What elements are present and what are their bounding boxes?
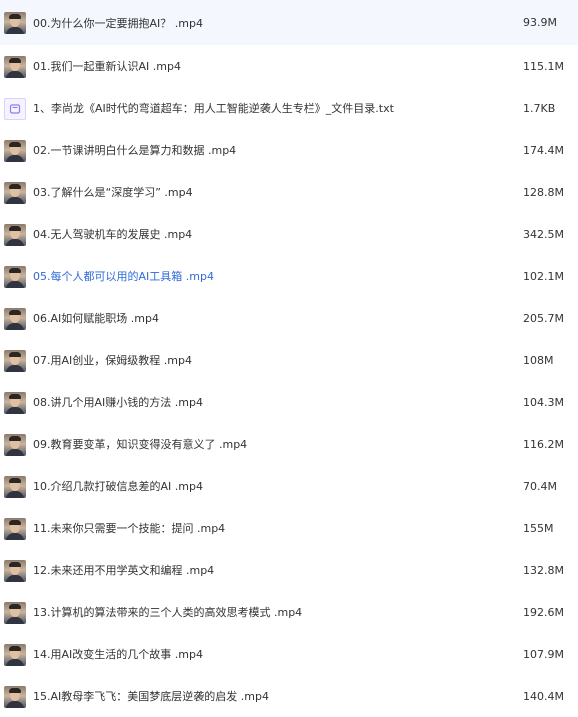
file-name[interactable]: 06.AI如何赋能职场 .mp4 (33, 297, 159, 339)
file-row[interactable]: 08.讲几个用AI赚小钱的方法 .mp4 104.3M (0, 381, 578, 423)
file-size: 192.6M (523, 605, 564, 619)
file-row[interactable]: 13.计算机的算法带来的三个人类的高效思考模式 .mp4 192.6M (0, 591, 578, 633)
file-name[interactable]: 1、李尚龙《AI时代的弯道超车：用人工智能逆袭人生专栏》_文件目录.txt (33, 87, 394, 129)
file-name[interactable]: 09.教育要变革，知识变得没有意义了 .mp4 (33, 423, 247, 465)
file-size: 132.8M (523, 563, 564, 577)
file-size: 155M (523, 521, 554, 535)
video-thumbnail-icon (4, 602, 26, 624)
file-size: 342.5M (523, 227, 564, 241)
file-row[interactable]: 1、李尚龙《AI时代的弯道超车：用人工智能逆袭人生专栏》_文件目录.txt 1.7… (0, 87, 578, 129)
file-row[interactable]: 04.无人驾驶机车的发展史 .mp4 342.5M (0, 213, 578, 255)
video-thumbnail-icon (4, 224, 26, 246)
video-thumbnail-icon (4, 392, 26, 414)
video-thumbnail-icon (4, 476, 26, 498)
text-file-icon (4, 98, 26, 120)
video-thumbnail-icon (4, 140, 26, 162)
file-row[interactable]: 10.介绍几款打破信息差的AI .mp4 70.4M (0, 465, 578, 507)
video-thumbnail-icon (4, 644, 26, 666)
file-name[interactable]: 03.了解什么是“深度学习” .mp4 (33, 171, 193, 213)
file-row[interactable]: 09.教育要变革，知识变得没有意义了 .mp4 116.2M (0, 423, 578, 465)
file-row[interactable]: 03.了解什么是“深度学习” .mp4 128.8M (0, 171, 578, 213)
file-list: 00.为什么你一定要拥抱AI？ .mp4 93.9M 01.我们一起重新认识AI .… (0, 0, 578, 713)
video-thumbnail-icon (4, 182, 26, 204)
video-thumbnail-icon (4, 518, 26, 540)
file-name[interactable]: 14.用AI改变生活的几个故事 .mp4 (33, 633, 203, 675)
file-name[interactable]: 02.一节课讲明白什么是算力和数据 .mp4 (33, 129, 236, 171)
file-size: 104.3M (523, 395, 564, 409)
video-thumbnail-icon (4, 686, 26, 708)
file-name[interactable]: 15.AI教母李飞飞：美国梦底层逆袭的启发 .mp4 (33, 675, 269, 717)
file-name[interactable]: 01.我们一起重新认识AI .mp4 (33, 45, 181, 87)
file-size: 102.1M (523, 269, 564, 283)
file-size: 70.4M (523, 479, 557, 493)
video-thumbnail-icon (4, 12, 26, 34)
file-row[interactable]: 06.AI如何赋能职场 .mp4 205.7M (0, 297, 578, 339)
video-thumbnail-icon (4, 266, 26, 288)
file-row[interactable]: 11.未来你只需要一个技能：提问 .mp4 155M (0, 507, 578, 549)
file-size: 107.9M (523, 647, 564, 661)
file-row[interactable]: 14.用AI改变生活的几个故事 .mp4 107.9M (0, 633, 578, 675)
file-size: 116.2M (523, 437, 564, 451)
file-size: 1.7KB (523, 101, 556, 115)
file-size: 115.1M (523, 59, 564, 73)
file-name[interactable]: 04.无人驾驶机车的发展史 .mp4 (33, 213, 192, 255)
file-name[interactable]: 07.用AI创业，保姆级教程 .mp4 (33, 339, 192, 381)
file-row[interactable]: 05.每个人都可以用的AI工具箱 .mp4 102.1M (0, 255, 578, 297)
file-row[interactable]: 02.一节课讲明白什么是算力和数据 .mp4 174.4M (0, 129, 578, 171)
file-size: 128.8M (523, 185, 564, 199)
video-thumbnail-icon (4, 350, 26, 372)
file-name[interactable]: 13.计算机的算法带来的三个人类的高效思考模式 .mp4 (33, 591, 302, 633)
file-name[interactable]: 00.为什么你一定要拥抱AI？ .mp4 (33, 0, 203, 45)
video-thumbnail-icon (4, 308, 26, 330)
video-thumbnail-icon (4, 56, 26, 78)
file-row[interactable]: 15.AI教母李飞飞：美国梦底层逆袭的启发 .mp4 140.4M (0, 675, 578, 717)
file-size: 108M (523, 353, 554, 367)
video-thumbnail-icon (4, 434, 26, 456)
file-row[interactable]: 12.未来还用不用学英文和编程 .mp4 132.8M (0, 549, 578, 591)
file-size: 93.9M (523, 16, 557, 29)
file-name[interactable]: 05.每个人都可以用的AI工具箱 .mp4 (33, 255, 214, 297)
file-row[interactable]: 00.为什么你一定要拥抱AI？ .mp4 93.9M (0, 0, 578, 45)
video-thumbnail-icon (4, 560, 26, 582)
file-name[interactable]: 12.未来还用不用学英文和编程 .mp4 (33, 549, 214, 591)
file-name[interactable]: 11.未来你只需要一个技能：提问 .mp4 (33, 507, 225, 549)
file-size: 140.4M (523, 689, 564, 703)
file-name[interactable]: 10.介绍几款打破信息差的AI .mp4 (33, 465, 203, 507)
file-row[interactable]: 01.我们一起重新认识AI .mp4 115.1M (0, 45, 578, 87)
file-size: 205.7M (523, 311, 564, 325)
file-size: 174.4M (523, 143, 564, 157)
file-row[interactable]: 07.用AI创业，保姆级教程 .mp4 108M (0, 339, 578, 381)
file-name[interactable]: 08.讲几个用AI赚小钱的方法 .mp4 (33, 381, 203, 423)
